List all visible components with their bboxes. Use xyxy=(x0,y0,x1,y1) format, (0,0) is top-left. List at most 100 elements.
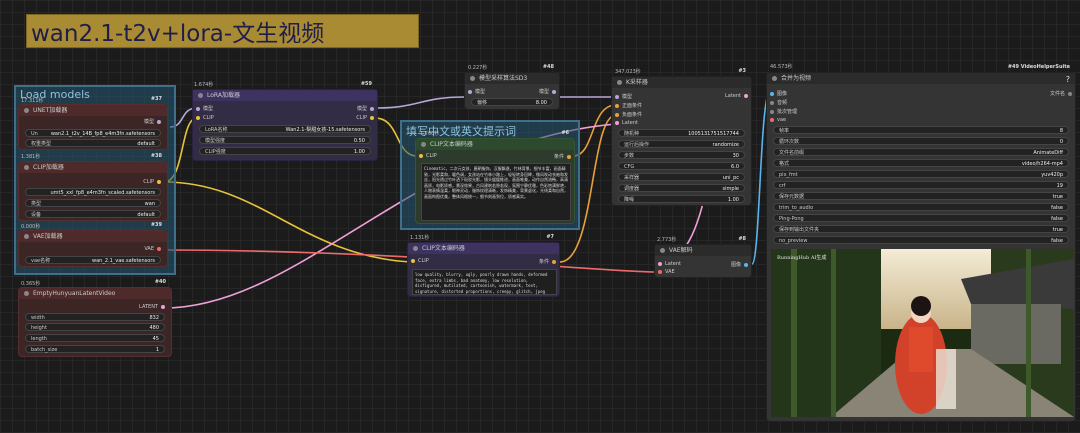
node-clip-text-encode-negative[interactable]: #7 CLIP文本编码器 CLIP 条件 low quality, blurry… xyxy=(407,234,560,297)
input-slot-model[interactable]: 模型 xyxy=(612,93,632,100)
widget-model-strength[interactable]: 模型强度 0.50 xyxy=(199,136,371,144)
widget-save-metadata[interactable]: 保存元数据 true xyxy=(773,192,1069,200)
slot-dot[interactable] xyxy=(157,180,161,184)
slot-dot[interactable] xyxy=(1068,91,1072,96)
slot-dot[interactable] xyxy=(770,118,774,122)
node-empty-latent-video[interactable]: #40 EmptyHunyuanLatentVideo LATENT width… xyxy=(18,279,172,357)
widget-filename-prefix[interactable]: 文件名前缀 AnimateDiff xyxy=(773,148,1069,156)
widget-unet-name[interactable]: Un wan2.1_t2v_14B_fp8_e4m3fn.safetensors xyxy=(25,129,161,137)
negative-prompt-textarea[interactable]: low quality, blurry, ugly, poorly drawn … xyxy=(412,269,557,295)
slot-dot[interactable] xyxy=(370,106,374,111)
output-slot-clip[interactable]: CLIP xyxy=(356,115,377,121)
widget-cfg[interactable]: CFG 6.0 xyxy=(618,162,745,170)
help-icon[interactable]: ? xyxy=(1066,75,1070,84)
node-vae-loader[interactable]: #39 VAE加载器 VAE vae名称 wan_2.1_vae.safetens… xyxy=(18,222,168,267)
input-slot-latent[interactable]: Latent xyxy=(612,120,638,126)
widget-shift[interactable]: 偏移 8.00 xyxy=(471,98,553,106)
node-clip-loader[interactable]: #38 CLIP加载器 CLIP umt5_xxl_fp8_e4m3fn_sca… xyxy=(18,153,168,221)
output-slot-model[interactable]: 模型 xyxy=(539,88,559,95)
node-video-combine[interactable]: #49 VideoHelperSuite 合并为视频 ? 图像 音频 批次管理 … xyxy=(766,64,1076,422)
slot-dot[interactable] xyxy=(567,154,571,159)
slot-dot[interactable] xyxy=(468,89,472,94)
slot-dot[interactable] xyxy=(658,262,662,266)
widget-frame-rate[interactable]: 帧率 8 xyxy=(773,126,1069,134)
slot-dot[interactable] xyxy=(615,112,619,117)
widget-weight-dtype[interactable]: 权重类型 default xyxy=(25,139,161,147)
slot-dot[interactable] xyxy=(744,94,748,98)
node-lora-loader[interactable]: #59 LoRA加载器 模型 CLIP 模型 CLIP LoRA名称 Wan2.1… xyxy=(192,81,378,161)
slot-dot[interactable] xyxy=(157,119,161,124)
input-slot-images[interactable]: 图像 xyxy=(767,90,787,97)
output-slot-image[interactable]: 图像 xyxy=(731,261,751,268)
slot-dot[interactable] xyxy=(157,247,161,251)
input-slot-latent[interactable]: Latent xyxy=(655,261,681,267)
slot-dot[interactable] xyxy=(770,109,774,114)
input-slot-batch-manager[interactable]: 批次管理 xyxy=(767,108,797,115)
slot-dot[interactable] xyxy=(615,94,619,99)
widget-clip-strength[interactable]: CLIP强度 1.00 xyxy=(199,147,371,155)
node-clip-text-encode-positive[interactable]: #6 CLIP文本编码器 CLIP 条件 Cinematic，二次元女孩，唐朝服… xyxy=(415,130,575,224)
node-vae-decode[interactable]: #8 VAE解码 Latent VAE 图像 xyxy=(654,236,752,278)
widget-no-preview[interactable]: no_preview false xyxy=(773,236,1069,244)
widget-denoise[interactable]: 降噪 1.00 xyxy=(618,195,745,203)
widget-height[interactable]: height 480 xyxy=(25,323,165,331)
widget-pix-fmt[interactable]: pix_fmt yuv420p xyxy=(773,170,1069,178)
slot-dot[interactable] xyxy=(196,106,200,111)
slot-dot[interactable] xyxy=(411,259,415,263)
slot-dot[interactable] xyxy=(196,116,200,120)
video-preview[interactable]: RunningHub AI生成 xyxy=(771,249,1074,417)
input-slot-model[interactable]: 模型 xyxy=(465,88,485,95)
widget-ping-pong[interactable]: Ping-Pong false xyxy=(773,214,1069,222)
slot-dot[interactable] xyxy=(161,305,165,309)
input-slot-vae[interactable]: vae xyxy=(767,117,786,123)
widget-control-after[interactable]: 运行后操作 randomize xyxy=(618,140,745,148)
widget-save-output[interactable]: 保存到输出文件夹 true xyxy=(773,225,1069,233)
slot-dot[interactable] xyxy=(370,116,374,120)
input-slot-negative[interactable]: 负面条件 xyxy=(612,111,642,118)
widget-sampler[interactable]: 采样器 uni_pc xyxy=(618,173,745,181)
widget-length[interactable]: length 45 xyxy=(25,334,165,342)
node-ksampler[interactable]: #3 K采样器 模型 正面条件 负面条件 Latent Latent 随机种 10… xyxy=(611,68,752,206)
slot-dot[interactable] xyxy=(615,121,619,125)
widget-width[interactable]: width 832 xyxy=(25,313,165,321)
output-slot[interactable]: LATENT xyxy=(139,304,168,310)
widget-batch-size[interactable]: batch_size 1 xyxy=(25,345,165,353)
slot-dot[interactable] xyxy=(419,154,423,158)
widget-seed[interactable]: 随机种 1005131751517744 xyxy=(618,129,745,137)
slot-dot[interactable] xyxy=(770,91,774,96)
input-slot-model[interactable]: 模型 xyxy=(193,105,213,112)
widget-steps[interactable]: 步数 30 xyxy=(618,151,745,159)
output-slot-conditioning[interactable]: 条件 xyxy=(554,153,574,160)
widget-loop-count[interactable]: 循环次数 0 xyxy=(773,137,1069,145)
slot-dot[interactable] xyxy=(770,100,774,105)
output-slot-latent[interactable]: Latent xyxy=(725,93,751,99)
output-slot-model[interactable]: 模型 xyxy=(357,105,377,112)
widget-lora-name[interactable]: LoRA名称 Wan2.1-梨甜女孩-15.safetensors xyxy=(199,125,371,133)
slot-dot[interactable] xyxy=(615,103,619,108)
input-slot-vae[interactable]: VAE xyxy=(655,269,675,275)
output-slot[interactable]: 模型 xyxy=(144,118,164,125)
slot-dot[interactable] xyxy=(658,270,662,274)
slot-dot[interactable] xyxy=(552,89,556,94)
output-slot[interactable]: CLIP xyxy=(143,179,164,185)
node-model-sampling-sd3[interactable]: #48 模型采样算法SD3 模型 模型 偏移 8.00 xyxy=(464,64,560,110)
input-slot-clip[interactable]: CLIP xyxy=(416,153,437,159)
output-slot-filenames[interactable]: 文件名 xyxy=(1050,90,1075,97)
input-slot-audio[interactable]: 音频 xyxy=(767,99,787,106)
slot-dot[interactable] xyxy=(552,259,556,264)
input-slot-clip[interactable]: CLIP xyxy=(193,115,214,121)
widget-scheduler[interactable]: 调度器 simple xyxy=(618,184,745,192)
widget-format[interactable]: 格式 video/h264-mp4 xyxy=(773,159,1069,167)
output-slot[interactable]: VAE xyxy=(144,246,164,252)
slot-dot[interactable] xyxy=(744,262,748,267)
positive-prompt-textarea[interactable]: Cinematic，二次元女孩，唐朝服饰，汉服飘逸，竹林背景，细节丰富，画面精致… xyxy=(421,163,571,221)
input-slot-positive[interactable]: 正面条件 xyxy=(612,102,642,109)
widget-crf[interactable]: crf 19 xyxy=(773,181,1069,189)
input-slot-clip[interactable]: CLIP xyxy=(408,258,429,264)
widget-trim-to-audio[interactable]: trim_to_audio false xyxy=(773,203,1069,211)
node-unet-loader[interactable]: #37 UNET加载器 模型 Un wan2.1_t2v_14B_fp8_e4m3… xyxy=(18,96,168,150)
output-slot-conditioning[interactable]: 条件 xyxy=(539,258,559,265)
widget-device[interactable]: 设备 default xyxy=(25,210,161,218)
widget-vae-name[interactable]: vae名称 wan_2.1_vae.safetensors xyxy=(25,256,161,264)
widget-clip-name[interactable]: umt5_xxl_fp8_e4m3fn_scaled.safetensors xyxy=(25,188,161,196)
